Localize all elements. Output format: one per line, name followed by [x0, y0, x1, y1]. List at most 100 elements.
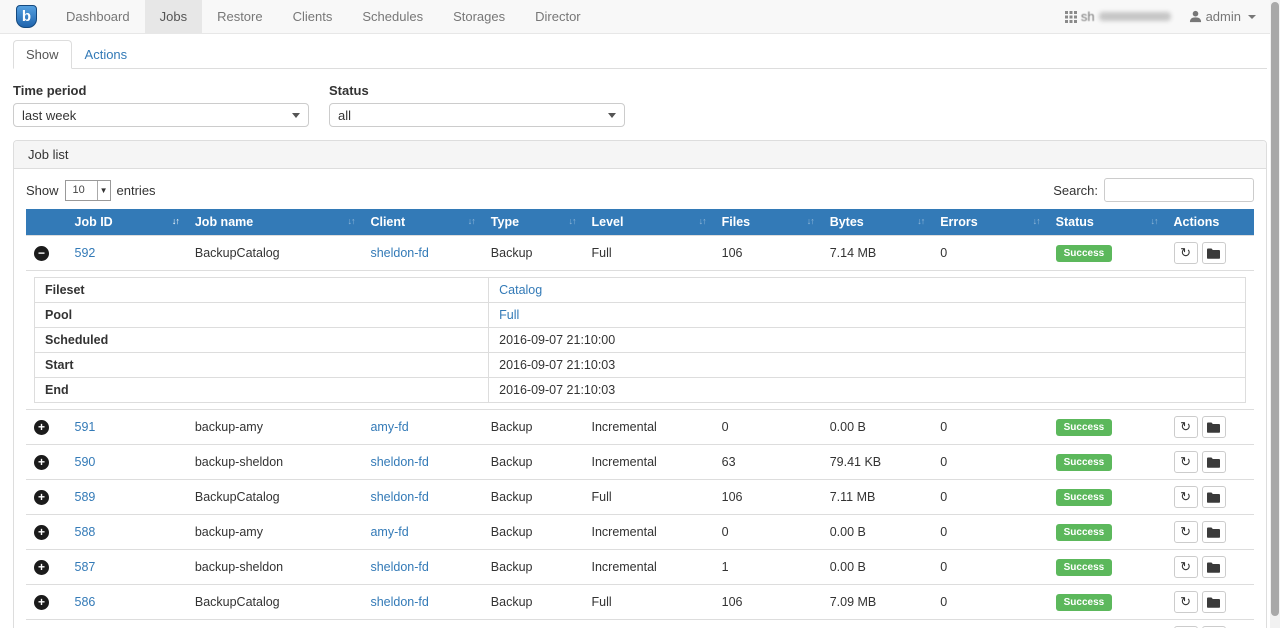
job-id-link[interactable]: 590: [75, 455, 96, 469]
tab-actions[interactable]: Actions: [72, 40, 141, 69]
column-header-client[interactable]: Client↓↑: [362, 209, 482, 236]
column-header-errors[interactable]: Errors↓↑: [932, 209, 1047, 236]
sort-icon[interactable]: ↓↑: [1151, 216, 1158, 226]
bytes-cell: 0.00 B: [822, 410, 933, 445]
job-id-link[interactable]: 586: [75, 595, 96, 609]
rerun-job-button[interactable]: ↻: [1174, 486, 1198, 508]
sort-icon[interactable]: ↓↑: [917, 216, 924, 226]
filter-bar: Time period last week Status all: [13, 83, 1267, 127]
main-nav: Dashboard Jobs Restore Clients Schedules…: [51, 0, 596, 33]
nav-item-jobs[interactable]: Jobs: [145, 0, 202, 33]
errors-cell: 0: [932, 410, 1047, 445]
collapse-row-button[interactable]: −: [34, 246, 49, 261]
nav-item-clients[interactable]: Clients: [278, 0, 348, 33]
entries-select[interactable]: 10 ▼: [65, 180, 111, 201]
scrollbar-thumb[interactable]: [1271, 2, 1279, 616]
client-link[interactable]: sheldon-fd: [370, 560, 428, 574]
rerun-job-button[interactable]: ↻: [1174, 451, 1198, 473]
sort-icon[interactable]: ↓↑: [172, 216, 179, 226]
director-host-indicator[interactable]: sh: [1065, 9, 1171, 24]
column-header-job-name[interactable]: Job name↓↑: [187, 209, 363, 236]
sort-icon[interactable]: ↓↑: [468, 216, 475, 226]
nav-item-restore[interactable]: Restore: [202, 0, 278, 33]
job-files-button[interactable]: [1202, 416, 1226, 438]
expand-cell: +: [26, 550, 67, 585]
nav-item-schedules[interactable]: Schedules: [347, 0, 438, 33]
nav-item-storages[interactable]: Storages: [438, 0, 520, 33]
expand-cell: +: [26, 480, 67, 515]
files-cell: 1: [714, 550, 822, 585]
panel-title: Job list: [14, 141, 1266, 169]
column-header-level[interactable]: Level↓↑: [583, 209, 713, 236]
user-menu[interactable]: admin: [1189, 9, 1256, 24]
client-cell: sheldon-fd: [362, 480, 482, 515]
status-cell: Success: [1048, 445, 1166, 480]
files-cell: 0: [714, 410, 822, 445]
expand-row-button[interactable]: +: [34, 490, 49, 505]
errors-cell: 0: [932, 585, 1047, 620]
page-scrollbar[interactable]: [1270, 0, 1280, 628]
job-files-button[interactable]: [1202, 451, 1226, 473]
sort-icon[interactable]: ↓↑: [807, 216, 814, 226]
job-name-cell: backup-sheldon: [187, 445, 363, 480]
job-id-link[interactable]: 589: [75, 490, 96, 504]
job-files-button[interactable]: [1202, 521, 1226, 543]
time-period-select[interactable]: last week: [13, 103, 309, 127]
folder-icon: [1207, 422, 1220, 433]
search-input[interactable]: [1104, 178, 1254, 202]
level-cell: Incremental: [583, 550, 713, 585]
client-link[interactable]: sheldon-fd: [370, 246, 428, 260]
sort-icon[interactable]: ↓↑: [347, 216, 354, 226]
client-link[interactable]: amy-fd: [370, 420, 408, 434]
entries-label: entries: [117, 183, 156, 198]
sort-icon[interactable]: ↓↑: [699, 216, 706, 226]
job-id-link[interactable]: 588: [75, 525, 96, 539]
bytes-cell: 7.09 MB: [822, 585, 933, 620]
client-link[interactable]: sheldon-fd: [370, 490, 428, 504]
detail-value-link[interactable]: Catalog: [499, 283, 542, 297]
job-files-button[interactable]: [1202, 591, 1226, 613]
column-header-files[interactable]: Files↓↑: [714, 209, 822, 236]
client-link[interactable]: sheldon-fd: [370, 595, 428, 609]
sort-icon[interactable]: ↓↑: [1033, 216, 1040, 226]
app-logo[interactable]: b: [0, 0, 51, 33]
column-header-actions[interactable]: Actions: [1166, 209, 1254, 236]
job-id-link[interactable]: 591: [75, 420, 96, 434]
client-cell: amy-fd: [362, 620, 482, 628]
column-header-status[interactable]: Status↓↑: [1048, 209, 1166, 236]
rerun-job-button[interactable]: ↻: [1174, 591, 1198, 613]
column-header-bytes[interactable]: Bytes↓↑: [822, 209, 933, 236]
status-cell: Success: [1048, 620, 1166, 628]
job-name-cell: backup-amy: [187, 620, 363, 628]
job-files-button[interactable]: [1202, 242, 1226, 264]
detail-value-link[interactable]: Full: [499, 308, 519, 322]
rerun-job-button[interactable]: ↻: [1174, 416, 1198, 438]
nav-item-dashboard[interactable]: Dashboard: [51, 0, 145, 33]
status-select[interactable]: all: [329, 103, 625, 127]
rerun-job-button[interactable]: ↻: [1174, 521, 1198, 543]
expand-row-button[interactable]: +: [34, 595, 49, 610]
nav-item-director[interactable]: Director: [520, 0, 596, 33]
level-cell: Incremental: [583, 620, 713, 628]
job-id-link[interactable]: 587: [75, 560, 96, 574]
tab-show[interactable]: Show: [13, 40, 72, 69]
client-link[interactable]: sheldon-fd: [370, 455, 428, 469]
rerun-job-button[interactable]: ↻: [1174, 242, 1198, 264]
job-files-button[interactable]: [1202, 556, 1226, 578]
job-id-cell: 592: [67, 236, 187, 271]
column-header-type[interactable]: Type↓↑: [483, 209, 584, 236]
panel-body: Show 10 ▼ entries Search: Job ID↓↑Job na: [14, 169, 1266, 628]
expand-row-button[interactable]: +: [34, 560, 49, 575]
rerun-job-button[interactable]: ↻: [1174, 556, 1198, 578]
column-header-job-id[interactable]: Job ID↓↑: [67, 209, 187, 236]
status-cell: Success: [1048, 585, 1166, 620]
client-link[interactable]: amy-fd: [370, 525, 408, 539]
detail-value: 2016-09-07 21:10:03: [489, 378, 1246, 403]
expand-row-button[interactable]: +: [34, 455, 49, 470]
sort-icon[interactable]: ↓↑: [568, 216, 575, 226]
job-files-button[interactable]: [1202, 486, 1226, 508]
expand-row-button[interactable]: +: [34, 420, 49, 435]
job-id-link[interactable]: 592: [75, 246, 96, 260]
expand-row-button[interactable]: +: [34, 525, 49, 540]
top-navbar: b Dashboard Jobs Restore Clients Schedul…: [0, 0, 1280, 34]
